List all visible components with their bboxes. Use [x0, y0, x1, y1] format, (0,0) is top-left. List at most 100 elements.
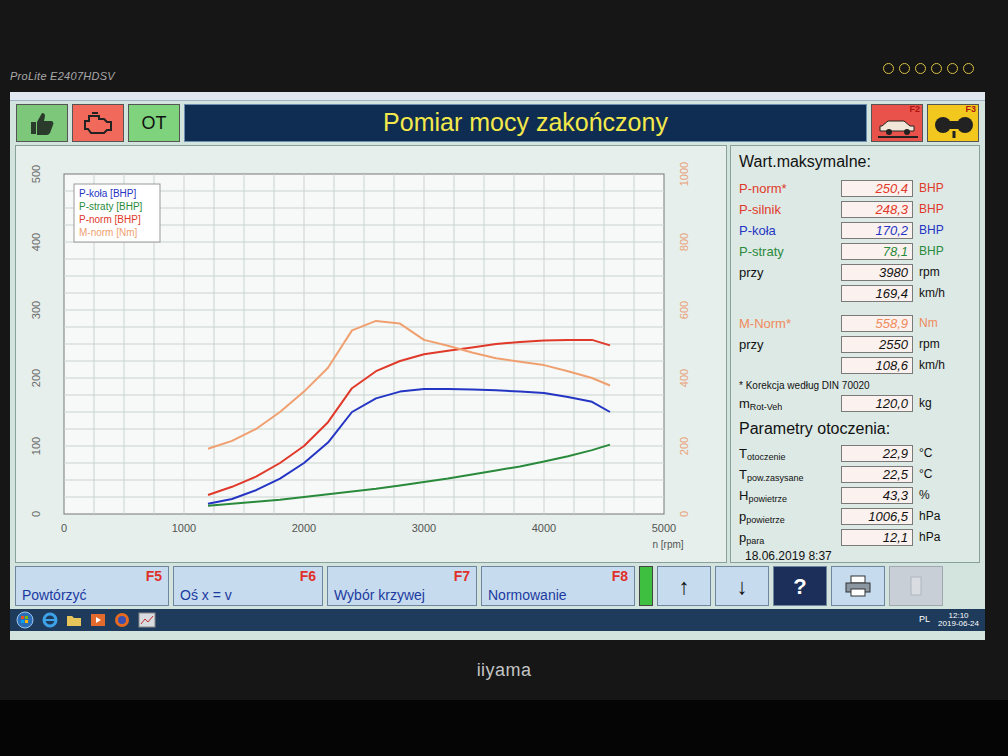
value-label: M-Norm* [739, 317, 835, 330]
x-axis-label: n [rpm] [652, 539, 683, 550]
icon-button[interactable]: ↑ [657, 566, 711, 606]
value-box: 248,3 [841, 201, 913, 218]
value-row: P-straty78,1BHP [739, 241, 971, 261]
value-row: P-norm* 250,4 BHP [739, 178, 971, 198]
monitor-button-icon[interactable] [899, 63, 910, 74]
value-box: 2550 [841, 336, 913, 353]
label-text: H [739, 488, 748, 503]
value-unit: BHP [919, 182, 971, 194]
value-unit: % [919, 489, 971, 501]
value-label: P-silnik [739, 203, 835, 216]
icon-button[interactable] [831, 566, 885, 606]
function-button[interactable]: Oś x = vF6 [173, 566, 323, 606]
function-key-button[interactable]: F3 [927, 104, 979, 142]
printer-icon [843, 574, 873, 598]
value-unit: kg [919, 397, 971, 409]
monitor-model: ProLite E2407HDSV [10, 68, 115, 85]
label-subscript: powietrze [746, 515, 785, 525]
engine-icon [81, 110, 115, 136]
monitor-button-icon[interactable] [931, 63, 942, 74]
folder-icon [66, 613, 82, 627]
legend-item: P-koła [BHP] [79, 188, 136, 199]
label-subscript: otoczenie [747, 452, 786, 462]
label-text: P-norm* [739, 181, 787, 196]
firefox-icon [114, 612, 130, 628]
value-label: Totoczenie [739, 447, 835, 460]
value-label: mRot-Veh [739, 397, 835, 410]
value-box: 12,1 [841, 529, 913, 546]
arrow-label: ↓ [737, 570, 748, 603]
y-axis-tick: 500 [30, 165, 42, 183]
value-box: 250,4 [841, 180, 913, 197]
media-icon [90, 613, 106, 627]
value-box: 3980 [841, 264, 913, 281]
value-unit: BHP [919, 203, 971, 215]
function-button[interactable]: NormowanieF8 [481, 566, 635, 606]
value-unit: hPa [919, 510, 971, 522]
thumbs-up-icon [27, 108, 57, 138]
rollers-icon [932, 114, 976, 140]
indicator-label: OT [142, 110, 167, 137]
value-unit: hPa [919, 531, 971, 543]
value-unit: BHP [919, 245, 971, 257]
icon-button[interactable]: ↓ [715, 566, 769, 606]
value-row: przy3980rpm [739, 262, 971, 282]
label-text: P-straty [739, 244, 784, 259]
function-key-label: F2 [909, 105, 920, 114]
value-label: P-norm* [739, 182, 835, 195]
label-text: m [739, 396, 750, 411]
button-key: F6 [300, 569, 316, 583]
section-title: Wart.maksymalne: [739, 150, 971, 174]
function-key-button[interactable]: F2 [871, 104, 923, 142]
status-indicator [16, 104, 68, 142]
clock: 12:102019-06-24 [938, 612, 979, 628]
screen-title: Pomiar mocy zakończony [383, 104, 668, 142]
chart-panel: 0100200300400500020040060080010000100020… [15, 145, 727, 563]
value-row: przy2550rpm [739, 334, 971, 354]
function-button[interactable]: PowtórzyćF5 [15, 566, 169, 606]
footnote: * Korekcja według DIN 70020 [739, 378, 971, 393]
language-indicator: PL [919, 613, 930, 627]
value-row: Hpowietrze43,3% [739, 485, 971, 505]
monitor-button-icon[interactable] [947, 63, 958, 74]
label-subscript: pow.zasysane [747, 473, 804, 483]
status-indicator [72, 104, 124, 142]
power-chart: 0100200300400500020040060080010000100020… [16, 146, 724, 560]
arrow-label: ↑ [679, 570, 690, 603]
signal-meter [639, 566, 653, 606]
monitor-button-icon[interactable] [915, 63, 926, 74]
series-line [208, 321, 610, 449]
label-text: przy [739, 337, 764, 352]
car-lift-icon [876, 114, 920, 140]
y-axis-tick: 400 [678, 369, 690, 387]
value-label: P-straty [739, 245, 835, 258]
value-row: 169,4km/h [739, 283, 971, 303]
label-text: P-silnik [739, 202, 781, 217]
label-text: T [739, 446, 747, 461]
series-line [208, 340, 610, 495]
x-axis-tick: 3000 [412, 522, 436, 534]
window-titlebar [10, 92, 985, 101]
y-axis-tick: 800 [678, 233, 690, 251]
signal-fill [640, 567, 652, 605]
value-group: P-norm*250,4BHPP-silnik248,3BHPP-koła170… [739, 178, 971, 303]
y-axis-tick: 100 [30, 437, 42, 455]
monitor-button-icon[interactable] [883, 63, 894, 74]
value-unit: rpm [919, 266, 971, 278]
button-key: F7 [454, 569, 470, 583]
y-axis-tick: 200 [678, 437, 690, 455]
icon-button[interactable]: ? [773, 566, 827, 606]
screen: OTPomiar mocy zakończonyF2F3 01002003004… [10, 92, 985, 640]
value-row: Totoczenie22,9°C [739, 443, 971, 463]
value-unit: km/h [919, 287, 971, 299]
value-unit: km/h [919, 359, 971, 371]
chart-series [208, 321, 610, 449]
button-bar: PowtórzyćF5Oś x = vF6Wybór krzywejF7Norm… [10, 563, 985, 609]
value-row: mRot-Veh120,0kg [739, 393, 971, 413]
blank-icon [909, 575, 923, 597]
timestamp: 18.06.2019 8:37 [739, 547, 971, 565]
monitor-button-icon[interactable] [963, 63, 974, 74]
monitor-buttons [883, 63, 998, 84]
legend-item: M-norm [Nm] [79, 227, 138, 238]
function-button[interactable]: Wybór krzywejF7 [327, 566, 477, 606]
